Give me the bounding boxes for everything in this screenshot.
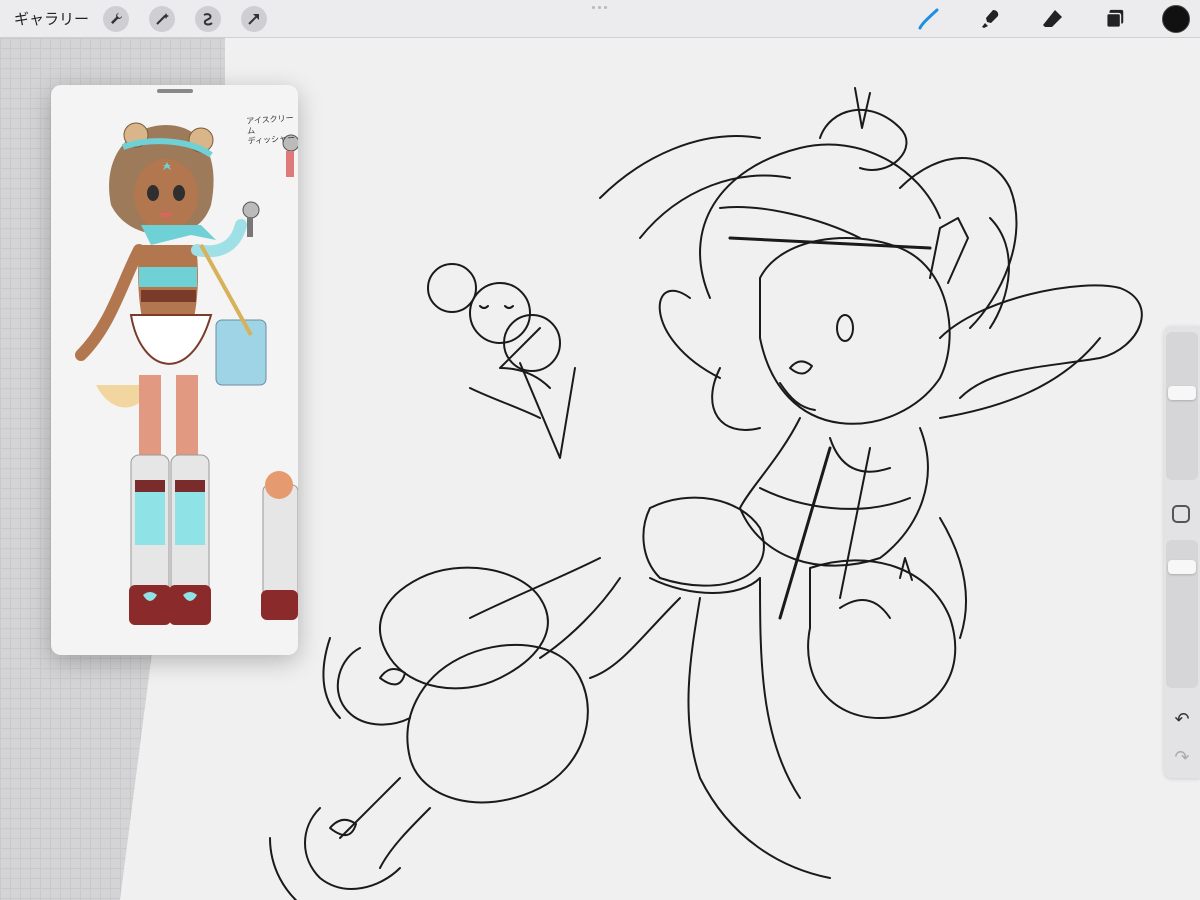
brush-icon[interactable] <box>914 4 944 34</box>
gallery-button[interactable]: ギャラリー <box>14 8 89 29</box>
redo-icon[interactable]: ↷ <box>1172 748 1192 768</box>
color-picker-button[interactable] <box>1162 5 1190 33</box>
reference-window[interactable]: アイスクリーム ディッシャー <box>51 85 298 655</box>
reference-drag-handle[interactable] <box>157 89 193 93</box>
brush-opacity-slider[interactable] <box>1166 540 1198 688</box>
selection-icon[interactable] <box>195 5 222 32</box>
magic-wand-icon[interactable] <box>149 5 176 32</box>
reference-handwritten-note: アイスクリーム ディッシャー <box>246 113 298 146</box>
modify-button[interactable] <box>1172 505 1190 523</box>
wrench-icon[interactable] <box>103 5 130 32</box>
right-tools <box>914 0 1200 38</box>
brush-size-thumb[interactable] <box>1168 385 1196 400</box>
brush-opacity-thumb[interactable] <box>1168 560 1196 575</box>
brush-size-slider[interactable] <box>1166 332 1198 480</box>
eraser-icon[interactable] <box>1038 4 1068 34</box>
reference-character-image <box>75 122 298 625</box>
transform-arrow-icon[interactable] <box>241 5 268 32</box>
smudge-icon[interactable] <box>976 4 1006 34</box>
top-toolbar: ギャラリー <box>0 0 1200 38</box>
layers-icon[interactable] <box>1100 4 1130 34</box>
top-grip <box>592 6 608 10</box>
undo-icon[interactable]: ↶ <box>1172 710 1192 730</box>
